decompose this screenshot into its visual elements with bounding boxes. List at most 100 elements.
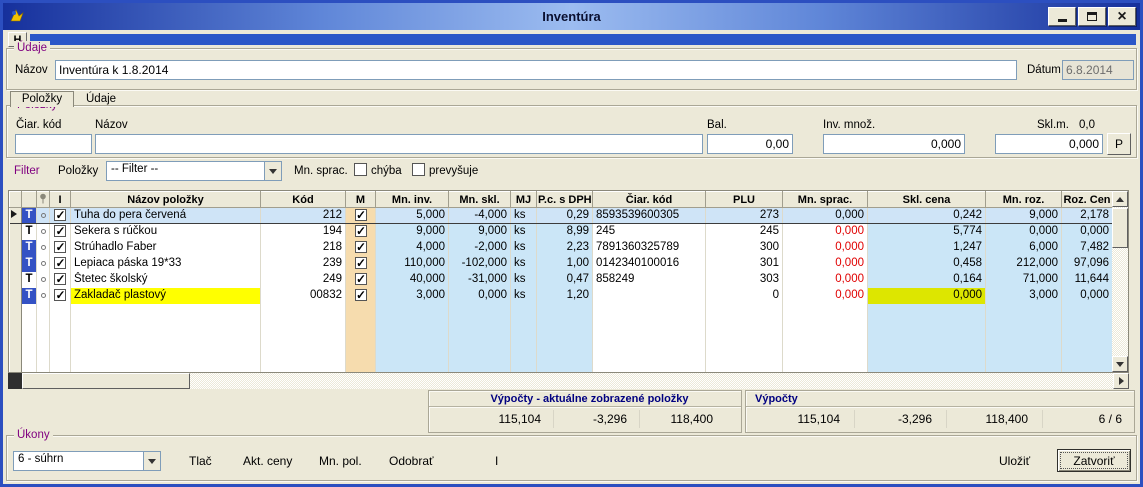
row-checkbox[interactable]	[54, 257, 66, 269]
m-checkbox[interactable]	[355, 257, 367, 269]
row-checkbox[interactable]	[54, 225, 66, 237]
cell-i[interactable]	[50, 256, 71, 272]
chevron-down-icon[interactable]	[143, 452, 160, 470]
nazov-input[interactable]	[55, 60, 1017, 80]
cell-mj[interactable]: ks	[511, 208, 537, 224]
m-checkbox[interactable]	[355, 241, 367, 253]
cell-i[interactable]	[50, 272, 71, 288]
odobrat-button[interactable]: Odobrať	[389, 454, 434, 468]
header-roz-cen[interactable]: Roz. Cen	[1062, 192, 1113, 208]
cell-mn-roz[interactable]: 9,000	[986, 208, 1062, 224]
cell-mn-inv[interactable]: 40,000	[376, 272, 449, 288]
header-mn-skl[interactable]: Mn. skl.	[449, 192, 511, 208]
i-button[interactable]: I	[495, 454, 498, 468]
cell-nazov[interactable]: Štetec školský	[71, 272, 261, 288]
cell-dot[interactable]	[37, 224, 50, 240]
cell-i[interactable]	[50, 224, 71, 240]
cell-roz-cen[interactable]: 0,000	[1062, 288, 1113, 304]
cell-roz-cen[interactable]: 0,000	[1062, 224, 1113, 240]
table-row[interactable]: T Tuha do pera červená 212 5,000 -4,000 …	[10, 208, 1113, 224]
cell-skl-cena[interactable]: 0,000	[868, 288, 986, 304]
header-skl-cena[interactable]: Skl. cena	[868, 192, 986, 208]
cell-mn-roz[interactable]: 212,000	[986, 256, 1062, 272]
cell-m[interactable]	[346, 256, 376, 272]
cell-type[interactable]: T	[22, 272, 37, 288]
cell-mn-sprac[interactable]: 0,000	[783, 208, 868, 224]
cell-mn-inv[interactable]: 4,000	[376, 240, 449, 256]
ciar-kod-input[interactable]	[15, 134, 92, 154]
header-mn-sprac[interactable]: Mn. sprac.	[783, 192, 868, 208]
cell-skl-cena[interactable]: 5,774	[868, 224, 986, 240]
cell-mn-skl[interactable]: 9,000	[449, 224, 511, 240]
cell-mn-skl[interactable]: -102,000	[449, 256, 511, 272]
titlebar[interactable]: Inventúra	[3, 3, 1140, 30]
cell-mn-skl[interactable]: -4,000	[449, 208, 511, 224]
header-nazov[interactable]: Názov položky	[71, 192, 261, 208]
cell-roz-cen[interactable]: 97,096	[1062, 256, 1113, 272]
tab-polozky[interactable]: Položky	[10, 91, 74, 107]
polozka-nazov-input[interactable]	[95, 134, 703, 154]
cell-pc-dph[interactable]: 2,23	[537, 240, 593, 256]
summary-dropdown[interactable]: 6 - súhrn	[13, 451, 161, 471]
cell-roz-cen[interactable]: 7,482	[1062, 240, 1113, 256]
row-checkbox[interactable]	[54, 289, 66, 301]
cell-plu[interactable]: 245	[706, 224, 783, 240]
cell-pc-dph[interactable]: 0,29	[537, 208, 593, 224]
cell-mn-sprac[interactable]: 0,000	[783, 288, 868, 304]
cell-nazov[interactable]: Lepiaca páska 19*33	[71, 256, 261, 272]
horizontal-scrollbar-thumb[interactable]	[22, 373, 190, 389]
cell-dot[interactable]	[37, 272, 50, 288]
cell-mn-sprac[interactable]: 0,000	[783, 272, 868, 288]
cell-nazov[interactable]: Tuha do pera červená	[71, 208, 261, 224]
cell-i[interactable]	[50, 208, 71, 224]
cell-mj[interactable]: ks	[511, 272, 537, 288]
filter-dropdown[interactable]: -- Filter --	[106, 161, 282, 181]
cell-ciar-kod[interactable]: 858249	[593, 272, 706, 288]
cell-m[interactable]	[346, 240, 376, 256]
cell-kod[interactable]: 212	[261, 208, 346, 224]
m-checkbox[interactable]	[355, 209, 367, 221]
scroll-up-button[interactable]	[1112, 191, 1128, 207]
cell-kod[interactable]: 239	[261, 256, 346, 272]
header-mj[interactable]: MJ	[511, 192, 537, 208]
cell-ciar-kod[interactable]: 0142340100016	[593, 256, 706, 272]
cell-plu[interactable]: 273	[706, 208, 783, 224]
cell-mj[interactable]: ks	[511, 256, 537, 272]
header-i[interactable]: I	[50, 192, 71, 208]
cell-type[interactable]: T	[22, 256, 37, 272]
cell-type[interactable]: T	[22, 224, 37, 240]
table-row[interactable]: T Zakladač plastový 00832 3,000 0,000 ks…	[10, 288, 1113, 304]
vertical-scrollbar[interactable]	[1112, 191, 1128, 372]
cell-m[interactable]	[346, 272, 376, 288]
prevysuje-checkbox[interactable]	[412, 163, 425, 176]
cell-roz-cen[interactable]: 11,644	[1062, 272, 1113, 288]
mn-pol-button[interactable]: Mn. pol.	[319, 454, 362, 468]
cell-skl-cena[interactable]: 0,242	[868, 208, 986, 224]
scroll-down-button[interactable]	[1112, 356, 1128, 372]
m-checkbox[interactable]	[355, 273, 367, 285]
cell-plu[interactable]: 303	[706, 272, 783, 288]
ulozit-button[interactable]: Uložiť	[999, 454, 1030, 468]
tab-udaje[interactable]: Údaje	[86, 93, 116, 105]
cell-pc-dph[interactable]: 1,00	[537, 256, 593, 272]
cell-dot[interactable]	[37, 208, 50, 224]
cell-mn-roz[interactable]: 6,000	[986, 240, 1062, 256]
cell-dot[interactable]	[37, 256, 50, 272]
cell-ciar-kod[interactable]: 245	[593, 224, 706, 240]
cell-plu[interactable]: 300	[706, 240, 783, 256]
cell-mn-roz[interactable]: 3,000	[986, 288, 1062, 304]
cell-mn-inv[interactable]: 9,000	[376, 224, 449, 240]
cell-mn-roz[interactable]: 0,000	[986, 224, 1062, 240]
header-kod[interactable]: Kód	[261, 192, 346, 208]
row-checkbox[interactable]	[54, 273, 66, 285]
table-row[interactable]: T Štetec školský 249 40,000 -31,000 ks 0…	[10, 272, 1113, 288]
p-button[interactable]: P	[1107, 133, 1131, 155]
cell-nazov[interactable]: Sekera s rúčkou	[71, 224, 261, 240]
row-checkbox[interactable]	[54, 241, 66, 253]
skl-mnoz-field[interactable]	[995, 134, 1103, 154]
close-button[interactable]	[1108, 7, 1136, 26]
chyba-checkbox[interactable]	[354, 163, 367, 176]
zatvorit-button[interactable]: Zatvoriť	[1057, 449, 1131, 472]
table-row[interactable]: T Lepiaca páska 19*33 239 110,000 -102,0…	[10, 256, 1113, 272]
cell-mn-sprac[interactable]: 0,000	[783, 224, 868, 240]
